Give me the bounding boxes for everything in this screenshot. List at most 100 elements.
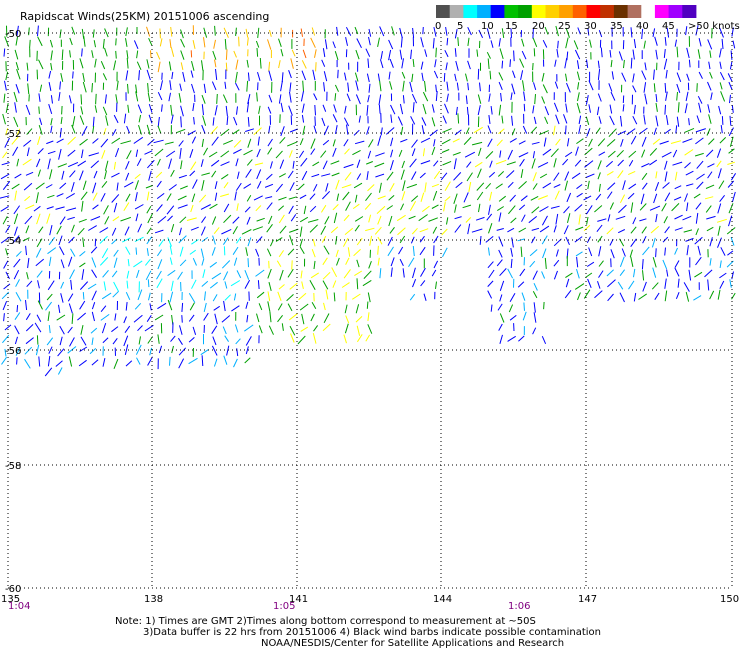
wind-barb <box>585 95 589 105</box>
wind-barb <box>488 115 491 124</box>
wind-barb <box>511 237 514 248</box>
wind-barb <box>234 324 239 333</box>
wind-barb <box>58 148 62 160</box>
wind-barb <box>102 357 106 367</box>
wind-barb <box>533 312 537 323</box>
wind-barb <box>518 335 525 342</box>
wind-barb <box>233 50 237 58</box>
wind-barb <box>48 237 56 246</box>
wind-barb <box>709 50 712 58</box>
wind-barb <box>587 278 592 288</box>
wind-barb <box>37 148 44 155</box>
wind-barb <box>323 125 329 136</box>
wind-barb <box>717 168 722 179</box>
wind-barb <box>643 82 647 93</box>
wind-barb <box>643 114 646 125</box>
wind-barb <box>125 193 131 202</box>
wind-barb <box>666 269 669 277</box>
wind-barb <box>490 40 494 48</box>
wind-barb <box>435 91 438 102</box>
wind-barb <box>355 49 360 60</box>
wind-barb <box>27 83 30 95</box>
wind-barb <box>509 292 516 303</box>
wind-barb <box>278 250 285 258</box>
wind-barb <box>59 216 66 225</box>
wind-barb <box>222 94 228 104</box>
wind-barb <box>154 229 164 234</box>
legend-labels: 0 5 10 15 20 25 30 35 40 45 >50 knots <box>435 21 740 32</box>
wind-barb <box>2 180 11 191</box>
wind-barb <box>652 138 661 145</box>
wind-barb <box>38 106 40 114</box>
wind-barb <box>154 314 164 321</box>
wind-barb <box>209 281 218 289</box>
wind-barb <box>441 138 451 145</box>
wind-barb <box>567 138 570 147</box>
lat-labels: -50 -52 -54 -56 -58 -60 <box>5 29 21 595</box>
wind-barb <box>302 49 307 59</box>
wind-barb <box>424 80 427 92</box>
wind-barb <box>93 40 96 48</box>
wind-barb <box>387 246 394 257</box>
wind-barb <box>556 49 559 58</box>
wind-barb <box>641 149 646 158</box>
wind-barb <box>189 170 196 177</box>
wind-barb <box>149 347 153 356</box>
wind-barb <box>379 26 385 37</box>
wind-barb <box>412 279 417 288</box>
wind-barb <box>135 213 139 222</box>
wind-barb <box>255 269 265 277</box>
wind-barb <box>147 159 155 169</box>
wind-barb <box>236 270 242 279</box>
wind-barb <box>485 151 494 159</box>
wind-barb <box>50 50 53 61</box>
wind-barb <box>256 92 258 102</box>
wind-barb <box>59 182 67 189</box>
wind-barb <box>696 160 704 169</box>
wind-barb <box>178 140 184 147</box>
wind-barb <box>555 213 559 225</box>
wind-barb <box>287 248 295 256</box>
wind-barb <box>684 127 695 133</box>
wind-barb <box>299 216 309 223</box>
wind-barb <box>288 70 292 79</box>
wind-barb <box>333 212 338 224</box>
wind-barb <box>729 115 732 126</box>
wind-barb <box>518 181 527 190</box>
wind-barb <box>674 39 677 47</box>
wind-barb <box>133 136 144 144</box>
wind-barb <box>25 245 27 256</box>
wind-barb <box>311 27 316 36</box>
wind-barb <box>717 225 721 236</box>
wind-barb <box>509 137 517 143</box>
wind-barb <box>232 216 240 224</box>
wind-barb <box>126 50 129 59</box>
wind-barb <box>619 269 625 277</box>
wind-barb <box>180 29 184 39</box>
wind-barb <box>100 305 107 313</box>
wind-barb <box>211 81 217 91</box>
wind-barb <box>443 72 446 82</box>
legend-swatch <box>436 5 451 18</box>
wind-barb <box>136 61 142 71</box>
wind-barb <box>236 171 240 179</box>
wind-barb <box>632 73 635 83</box>
wind-barb <box>704 196 714 200</box>
wind-barb <box>675 292 680 299</box>
wind-barb <box>622 104 625 112</box>
wind-barb <box>257 280 260 290</box>
wind-barb <box>125 246 131 255</box>
wind-barb <box>474 161 483 168</box>
wind-barb <box>453 172 462 181</box>
wind-barb <box>435 47 437 58</box>
wind-barb <box>671 203 680 212</box>
wind-barb <box>716 218 727 223</box>
wind-barb <box>298 292 307 301</box>
wind-barb <box>598 260 604 267</box>
wind-barb <box>367 58 370 68</box>
wind-barb <box>411 148 416 157</box>
wind-barb <box>659 140 669 145</box>
wind-barb <box>346 124 349 135</box>
wind-barb <box>210 159 220 167</box>
wind-barb <box>120 140 132 145</box>
